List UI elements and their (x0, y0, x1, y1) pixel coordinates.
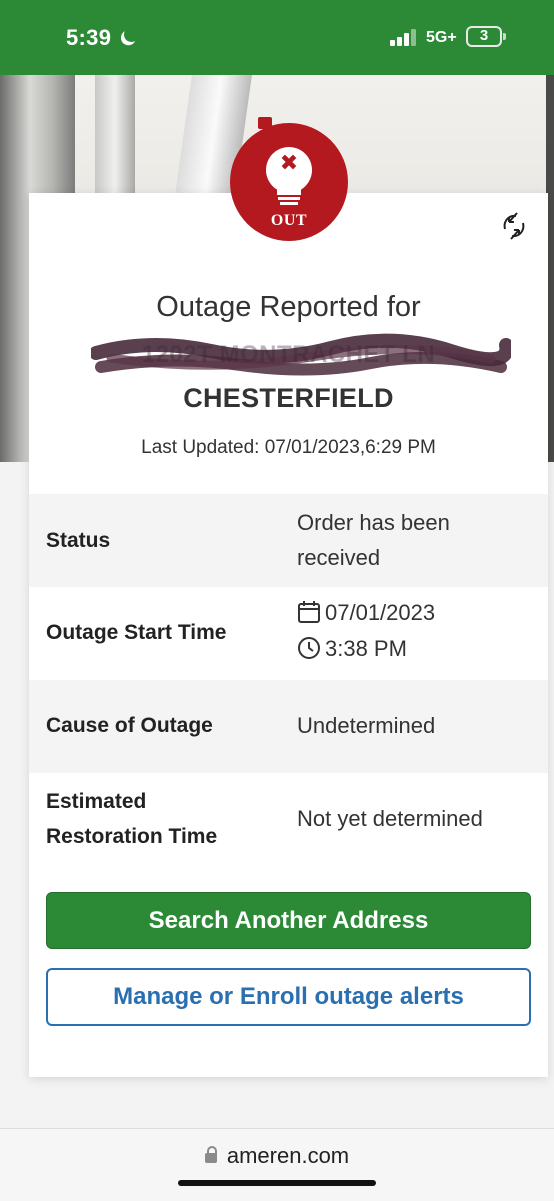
browser-bottom-bar: ameren.com (0, 1128, 554, 1201)
battery-level: 3 (479, 27, 489, 44)
search-another-address-button[interactable]: Search Another Address (46, 892, 531, 949)
start-time: 3:38 PM (325, 636, 407, 661)
network-type: 5G+ (426, 29, 457, 46)
outage-card: Outage Reported for 1202T MONTRACHET LN … (29, 193, 548, 1077)
clock-icon (298, 637, 320, 659)
outage-badge: ✖ OUT (230, 123, 348, 241)
bulb-neck (277, 185, 301, 195)
battery-tip (503, 33, 506, 40)
cause-value: Undetermined (297, 713, 436, 738)
status-value-line1: Order has been (297, 510, 450, 535)
page-title: Outage Reported for (156, 291, 421, 323)
cause-row: Cause of Outage Undetermined (29, 680, 548, 773)
restoration-row: Estimated Restoration Time Not yet deter… (29, 773, 548, 866)
status-time: 5:39 (66, 25, 112, 50)
start-time-value: 3:38 PM (297, 631, 407, 666)
calendar-icon (298, 601, 320, 623)
city-name: CHESTERFIELD (183, 383, 394, 413)
start-time-label: Outage Start Time (46, 621, 227, 644)
restoration-label-line2: Restoration Time (46, 825, 218, 848)
start-date: 07/01/2023 (325, 600, 436, 625)
lock-icon (204, 1146, 217, 1163)
status-label: Status (46, 529, 111, 552)
restoration-label-line1: Estimated (46, 790, 147, 813)
address-redacted: 1202T MONTRACHET LN (141, 341, 436, 368)
bulb-base (278, 197, 300, 200)
x-mark-icon: ✖ (279, 150, 299, 175)
last-updated: Last Updated: 07/01/2023,6:29 PM (141, 437, 436, 458)
manage-alerts-button[interactable]: Manage or Enroll outage alerts (46, 968, 531, 1026)
refresh-icon[interactable] (499, 207, 529, 245)
signal-icon (390, 28, 424, 46)
restoration-value: Not yet determined (297, 806, 483, 831)
bulb-base-lower (280, 202, 298, 205)
start-time-row: Outage Start Time 07/01/2023 3:38 PM (29, 587, 548, 680)
status-bar: 5:39 5G+ 3 (0, 0, 554, 75)
moon-icon (122, 25, 141, 44)
url-text: ameren.com (226, 1143, 350, 1168)
status-row: Status Order has been received (29, 494, 548, 587)
out-label: OUT (270, 212, 308, 229)
cause-label: Cause of Outage (46, 714, 213, 737)
address-bar[interactable]: ameren.com (0, 1143, 554, 1169)
refresh-icon-svg (503, 212, 525, 240)
home-indicator[interactable] (178, 1180, 376, 1186)
battery-icon: 3 (466, 26, 502, 47)
status-value-line2: received (297, 545, 381, 570)
start-date-value: 07/01/2023 (297, 595, 435, 630)
